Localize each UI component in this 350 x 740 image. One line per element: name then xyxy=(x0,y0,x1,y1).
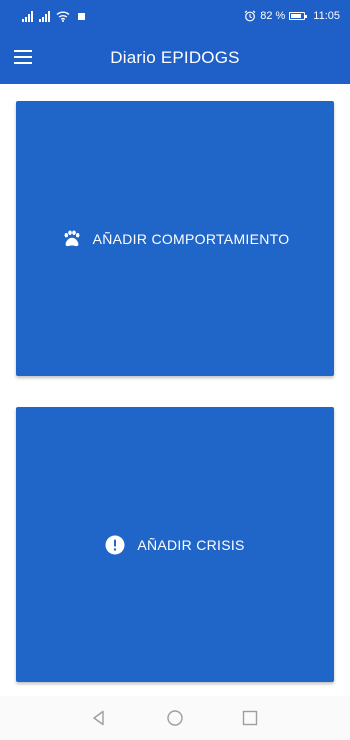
add-behaviour-label: AÑADIR COMPORTAMIENTO xyxy=(92,230,290,247)
status-time: 11:05 xyxy=(313,10,340,22)
battery-level-fill xyxy=(291,14,302,18)
system-nav-bar xyxy=(0,696,350,740)
add-crisis-button[interactable]: AÑADIR CRISIS xyxy=(16,407,334,682)
battery-icon xyxy=(289,12,308,20)
wifi-icon xyxy=(56,11,70,22)
add-behaviour-button[interactable]: AÑADIR COMPORTAMIENTO xyxy=(16,101,334,376)
page-title: Diario EPIDOGS xyxy=(110,48,240,67)
status-bar: 82 % 11:05 xyxy=(0,0,350,32)
app-bar: Diario EPIDOGS xyxy=(0,32,350,84)
back-icon[interactable] xyxy=(89,708,109,728)
battery-percent: 82 % xyxy=(260,10,286,22)
paw-icon xyxy=(64,230,79,246)
stop-icon xyxy=(78,13,85,20)
signal-icon xyxy=(39,11,50,22)
status-right-icons: 82 % 11:05 xyxy=(244,8,340,24)
home-icon[interactable] xyxy=(165,708,185,728)
recents-icon[interactable] xyxy=(240,708,260,728)
alert-icon xyxy=(105,535,125,554)
signal-icon xyxy=(22,11,33,22)
status-left-icons xyxy=(22,9,85,22)
alarm-icon xyxy=(244,10,256,22)
add-crisis-label: AÑADIR CRISIS xyxy=(137,536,245,553)
